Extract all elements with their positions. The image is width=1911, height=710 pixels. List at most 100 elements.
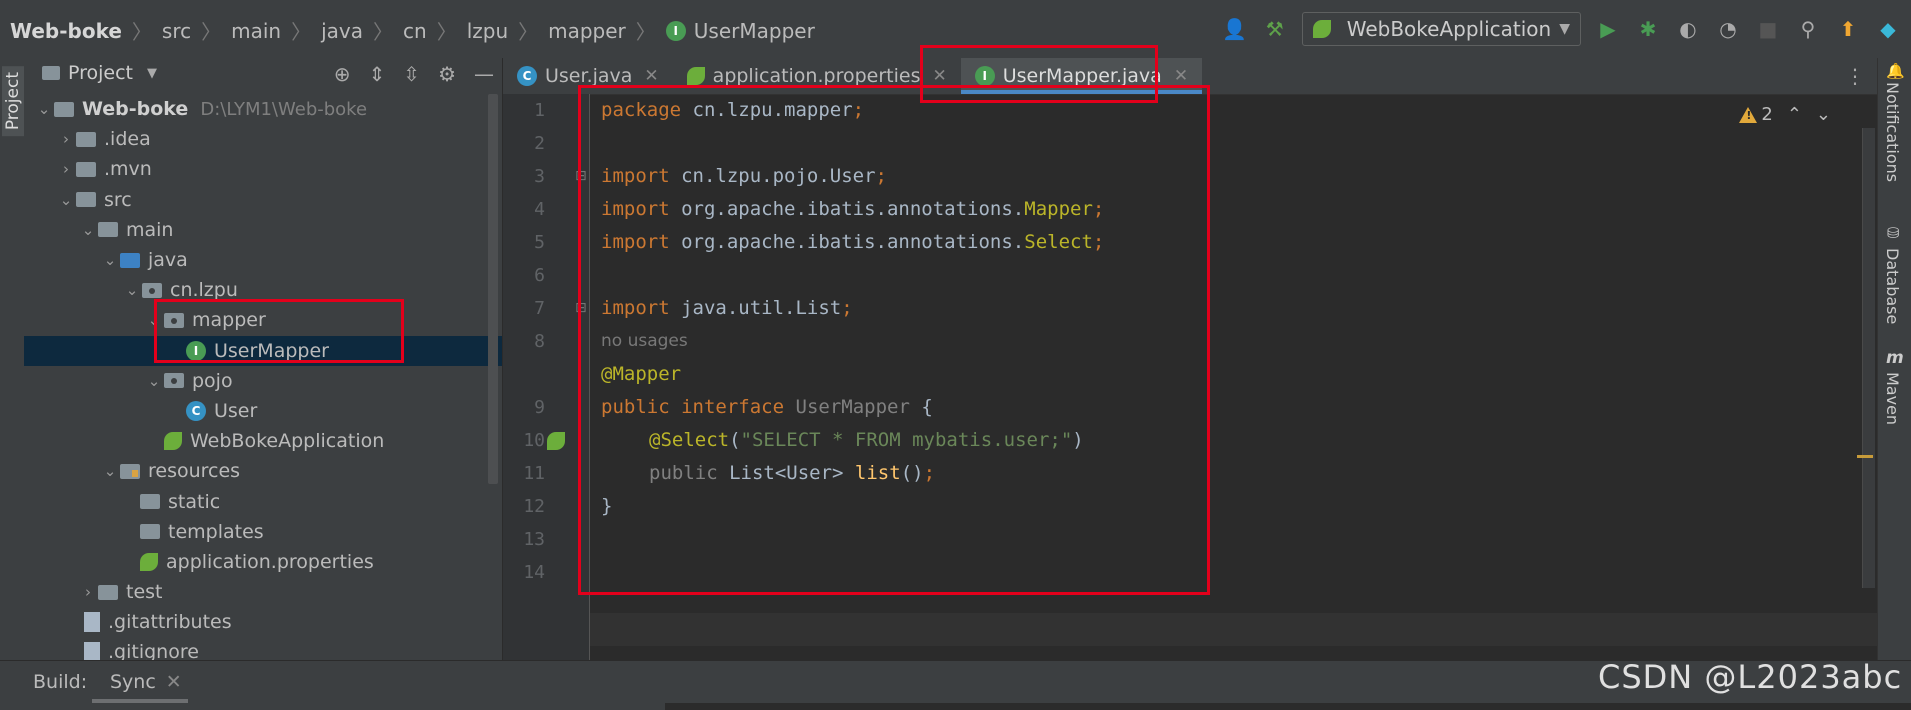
build-hammer-icon[interactable]: ⚒ [1262, 16, 1288, 42]
tree-item[interactable]: ⌄ cn.lzpu [24, 275, 502, 305]
tab-sync[interactable]: Sync ✕ [110, 671, 182, 693]
notifications-tool-button[interactable]: Notifications [1883, 82, 1902, 182]
tree-item-selected[interactable]: I UserMapper [24, 335, 502, 366]
line-number: 8 [534, 331, 545, 352]
chevron-down-icon[interactable]: ⌄ [144, 311, 164, 329]
class-icon: C [517, 66, 537, 86]
maven-tool-button[interactable]: Maven [1883, 372, 1902, 425]
tree-item[interactable]: ⌄ Web-boke D:\LYM1\Web-boke [24, 94, 502, 124]
tree-item[interactable]: ⌄ resources [24, 456, 502, 486]
breadcrumb-item[interactable]: java [321, 19, 363, 43]
chevron-down-icon[interactable]: ⌄ [122, 281, 142, 299]
tree-item[interactable]: › test [24, 577, 502, 607]
breadcrumb-current[interactable]: UserMapper [694, 19, 815, 43]
fold-icon[interactable]: ⊟ [575, 300, 587, 316]
locate-icon[interactable]: ⊕ [334, 62, 351, 86]
tree-item[interactable]: .gitattributes [24, 607, 502, 637]
editor-scrollbar[interactable] [1862, 128, 1875, 588]
line-number: 3 [534, 166, 545, 187]
update-icon[interactable]: ⬆ [1835, 16, 1861, 42]
tree-item-label: WebBokeApplication [190, 430, 385, 453]
breadcrumb-item[interactable]: main [231, 19, 281, 43]
tab-application-properties[interactable]: application.properties ✕ [673, 58, 961, 94]
expand-all-icon[interactable]: ⇕ [369, 62, 386, 86]
right-tool-strip: 🔔 Notifications ⛁ Database m Maven [1877, 58, 1911, 660]
tree-item[interactable]: ⌄ pojo [24, 366, 502, 396]
interface-icon: I [974, 66, 995, 86]
spring-bean-gutter-icon[interactable] [547, 432, 565, 450]
chevron-down-icon[interactable]: ⌄ [144, 372, 164, 390]
coverage-icon[interactable]: ◐ [1675, 16, 1701, 42]
chevron-down-icon[interactable]: ⌄ [78, 221, 98, 239]
tree-item[interactable]: application.properties [24, 547, 502, 577]
chevron-right-icon[interactable]: › [56, 160, 76, 178]
resources-folder-icon [120, 463, 140, 479]
chevron-right-icon: 〉 [373, 20, 394, 44]
debug-icon[interactable]: ✱ [1635, 16, 1661, 42]
chevron-down-icon[interactable]: ⌄ [34, 100, 54, 118]
tree-item-label: pojo [192, 369, 233, 392]
tree-item-label: .mvn [104, 158, 152, 181]
gear-icon[interactable]: ⚙ [438, 62, 456, 86]
breadcrumb-item[interactable]: mapper [548, 19, 626, 43]
breadcrumb-item[interactable]: cn [403, 19, 427, 43]
chevron-right-icon[interactable]: › [78, 583, 98, 601]
code-line: import cn.lzpu.pojo.User; [601, 165, 887, 187]
code-area[interactable]: package cn.lzpu.mapper; import cn.lzpu.p… [601, 94, 1841, 517]
tree-item[interactable]: WebBokeApplication [24, 426, 502, 456]
close-icon[interactable]: ✕ [1174, 66, 1188, 86]
chevron-down-icon[interactable]: ▼ [147, 66, 157, 81]
tab-usermapper-java[interactable]: I UserMapper.java ✕ [960, 58, 1203, 94]
profile-icon[interactable]: ◔ [1715, 16, 1741, 42]
tree-item[interactable]: templates [24, 517, 502, 547]
run-icon[interactable]: ▶ [1595, 16, 1621, 42]
tree-item[interactable]: ⌄ java [24, 245, 502, 275]
toolbox-icon[interactable]: ◆ [1875, 16, 1901, 42]
tree-item[interactable]: › .idea [24, 124, 502, 154]
chevron-right-icon: 〉 [635, 20, 656, 44]
tree-item[interactable]: › .mvn [24, 154, 502, 184]
project-tree: ⌄ Web-boke D:\LYM1\Web-boke › .idea › .m… [24, 94, 502, 668]
tree-item[interactable]: C User [24, 396, 502, 426]
chevron-down-icon[interactable]: ⌄ [100, 251, 120, 269]
breadcrumb: Web-boke 〉 src 〉 main 〉 java 〉 cn 〉 lzpu… [10, 16, 815, 45]
project-tool-button[interactable]: Project [2, 66, 24, 137]
spring-boot-icon [1312, 20, 1331, 38]
interface-icon: I [665, 20, 686, 41]
line-number: 1 [534, 100, 545, 121]
close-icon[interactable]: ✕ [166, 671, 182, 693]
close-icon[interactable]: ✕ [644, 66, 658, 86]
collapse-all-icon[interactable]: ⇳ [403, 62, 420, 86]
fold-icon[interactable]: ⊟ [575, 168, 587, 184]
database-tool-button[interactable]: Database [1883, 248, 1902, 324]
inspection-widget[interactable]: 2 ⌃ ⌄ [1739, 104, 1831, 125]
tree-item-label: UserMapper [214, 339, 329, 362]
user-icon[interactable]: 👤 [1222, 16, 1248, 42]
stop-icon[interactable]: ■ [1755, 16, 1781, 42]
tree-item[interactable]: ⌄ src [24, 185, 502, 215]
more-options-icon[interactable]: ⋮ [1845, 64, 1865, 88]
minimize-icon[interactable]: — [474, 62, 494, 86]
chevron-down-icon[interactable]: ⌄ [1816, 104, 1831, 125]
breadcrumb-item[interactable]: lzpu [467, 19, 508, 43]
chevron-down-icon[interactable]: ⌄ [56, 191, 76, 209]
chevron-right-icon[interactable]: › [56, 130, 76, 148]
breadcrumb-item[interactable]: Web-boke [10, 19, 122, 43]
tree-item[interactable]: ⌄ main [24, 215, 502, 245]
tree-item[interactable]: static [24, 486, 502, 516]
tab-label: UserMapper.java [1002, 65, 1162, 87]
chevron-down-icon[interactable]: ⌄ [100, 462, 120, 480]
tree-item-label: src [104, 188, 132, 211]
usage-hint[interactable]: no usages [601, 325, 688, 358]
tree-item[interactable]: ⌄ mapper [24, 305, 502, 335]
breadcrumb-item[interactable]: src [162, 19, 191, 43]
run-configuration-select[interactable]: WebBokeApplication ▼ [1301, 12, 1581, 46]
close-icon[interactable]: ✕ [932, 66, 946, 86]
scrollbar-warning-marker[interactable] [1857, 455, 1873, 458]
chevron-up-icon[interactable]: ⌃ [1787, 104, 1802, 125]
search-icon[interactable]: ⚲ [1795, 16, 1821, 42]
project-panel-title[interactable]: Project [68, 62, 133, 84]
project-scrollbar[interactable] [488, 94, 498, 484]
current-line-highlight [590, 613, 1877, 646]
tab-user-java[interactable]: C User.java ✕ [503, 58, 673, 94]
